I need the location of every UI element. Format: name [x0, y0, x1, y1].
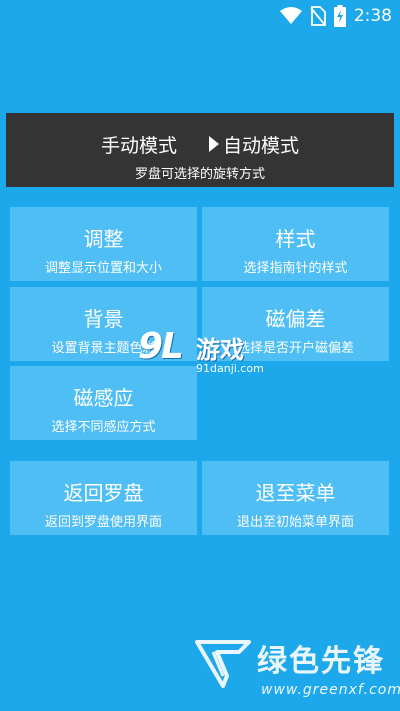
exit-menu-desc: 退出至初始菜单界面 — [236, 515, 354, 530]
mode-row: 手动模式 自动模式 — [6, 131, 394, 158]
status-icons: 2:38 — [279, 4, 392, 28]
auto-mode-button[interactable]: 自动模式 — [203, 131, 305, 158]
sensing-desc: 选择不同感应方式 — [51, 420, 156, 435]
battery-charging-icon — [333, 5, 346, 27]
wifi-icon — [279, 7, 302, 25]
exit-menu-title: 退至菜单 — [255, 481, 336, 505]
watermark-bottom-text: 绿色先锋 — [257, 644, 385, 679]
sensing-title: 磁感应 — [73, 386, 134, 410]
rotation-mode-panel: 手动模式 自动模式 罗盘可选择的旋转方式 — [6, 113, 394, 187]
status-time: 2:38 — [353, 6, 392, 26]
no-sim-icon — [310, 6, 326, 26]
manual-mode-button[interactable]: 手动模式 — [95, 131, 183, 158]
watermark-url: 91danji.com — [196, 362, 264, 375]
return-compass-desc: 返回到罗盘使用界面 — [44, 515, 162, 530]
adjust-tile[interactable]: 调整 调整显示位置和大小 — [10, 207, 197, 281]
selected-arrow-icon — [209, 135, 219, 157]
adjust-title: 调整 — [83, 227, 124, 251]
watermark-bottom-url: www.greenxf.com — [261, 682, 400, 698]
greenxf-logo-icon — [195, 636, 251, 696]
watermark-greenxf: 绿色先锋 www.greenxf.com — [195, 632, 400, 711]
return-compass-title: 返回罗盘 — [63, 481, 144, 505]
watermark-91danji: 9L 游戏 91danji.com — [138, 326, 268, 380]
style-desc: 选择指南针的样式 — [243, 261, 348, 276]
exit-menu-tile[interactable]: 退至菜单 退出至初始菜单界面 — [202, 461, 389, 535]
style-title: 样式 — [275, 227, 316, 251]
watermark-logo-number: 9L — [138, 326, 184, 367]
mode-subtitle: 罗盘可选择的旋转方式 — [134, 167, 265, 182]
watermark-logo-text: 游戏 — [196, 336, 244, 364]
style-tile[interactable]: 样式 选择指南针的样式 — [202, 207, 389, 281]
return-compass-tile[interactable]: 返回罗盘 返回到罗盘使用界面 — [10, 461, 197, 535]
adjust-desc: 调整显示位置和大小 — [44, 261, 162, 276]
status-bar: 2:38 — [0, 0, 400, 32]
auto-mode-label: 自动模式 — [223, 135, 300, 157]
